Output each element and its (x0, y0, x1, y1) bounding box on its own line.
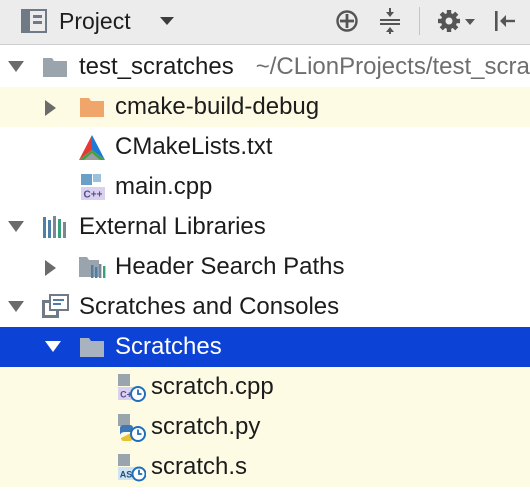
tree-label-scratch-py: scratch.py (151, 413, 261, 440)
dropdown-caret-icon[interactable] (155, 5, 179, 37)
tree-label-main-cpp: main.cpp (115, 173, 213, 200)
tree-label-scratches: Scratches (115, 333, 222, 360)
header-folder-icon (78, 254, 108, 280)
project-path: ~/CLionProjects/test_scratches (255, 53, 530, 80)
project-toolbar: Project (0, 0, 530, 45)
locate-target-icon[interactable] (332, 5, 362, 37)
tree-label-cmakelists: CMakeLists.txt (115, 133, 273, 160)
cpp-badge: C++ (84, 190, 103, 201)
tree-row-cmakelists[interactable]: CMakeLists.txt (0, 127, 530, 167)
tree-row-header-search-paths[interactable]: Header Search Paths (0, 247, 530, 287)
libraries-icon (41, 214, 67, 240)
cpp-file-icon: C++ (79, 173, 107, 201)
gear-icon[interactable] (434, 5, 478, 37)
tree-label-project-root: test_scratches (79, 53, 234, 80)
tree-label-external-libraries: External Libraries (79, 213, 266, 240)
folder-icon (42, 54, 68, 80)
tree-label-scratch-s: scratch.s (151, 453, 248, 480)
collapsed-arrow-icon[interactable] (44, 99, 57, 122)
project-tree: test_scratches ~/CLionProjects/test_scrat… (0, 45, 530, 499)
tree-row-scratches[interactable]: Scratches (0, 327, 530, 367)
tree-row-scratch-s[interactable]: AS scratch.s (0, 447, 530, 487)
scratch-python-file-icon (116, 412, 146, 442)
tree-row-scratch-py[interactable]: scratch.py (0, 407, 530, 447)
expanded-arrow-icon[interactable] (7, 60, 25, 78)
scratches-consoles-icon (41, 294, 69, 320)
tree-row-scratch-cpp[interactable]: C+ scratch.cpp (0, 367, 530, 407)
folder-icon (79, 334, 105, 360)
expanded-arrow-icon[interactable] (7, 220, 25, 238)
tree-label: test_scratches ~/CLionProjects/test_scrat… (79, 52, 530, 82)
hide-panel-icon[interactable] (490, 5, 520, 37)
expanded-arrow-icon[interactable] (44, 340, 62, 358)
tree-label-scratch-cpp: scratch.cpp (151, 373, 274, 400)
tree-row-project-root[interactable]: test_scratches ~/CLionProjects/test_scrat… (0, 47, 530, 87)
cmake-file-icon (78, 134, 105, 160)
tree-label-header-search-paths: Header Search Paths (115, 253, 345, 280)
folder-orange-icon (79, 94, 105, 120)
tree-row-cmake-build-debug[interactable]: cmake-build-debug (0, 87, 530, 127)
toolbar-divider (419, 7, 420, 35)
tree-label-cmake-build-debug: cmake-build-debug (115, 93, 320, 120)
tree-row-scratches-and-consoles[interactable]: Scratches and Consoles (0, 287, 530, 327)
tree-label-scratches-and-consoles: Scratches and Consoles (79, 293, 340, 320)
tree-row-external-libraries[interactable]: External Libraries (0, 207, 530, 247)
collapsed-arrow-icon[interactable] (44, 259, 57, 282)
project-view-icon (20, 5, 48, 37)
tree-row-main-cpp[interactable]: C++ main.cpp (0, 167, 530, 207)
asm-badge: AS (120, 470, 133, 480)
expanded-arrow-icon[interactable] (7, 300, 25, 318)
scratch-cpp-file-icon: C+ (116, 372, 146, 402)
scratch-asm-file-icon: AS (116, 452, 147, 482)
project-view-title[interactable]: Project (59, 6, 131, 36)
collapse-all-icon[interactable] (375, 5, 405, 37)
